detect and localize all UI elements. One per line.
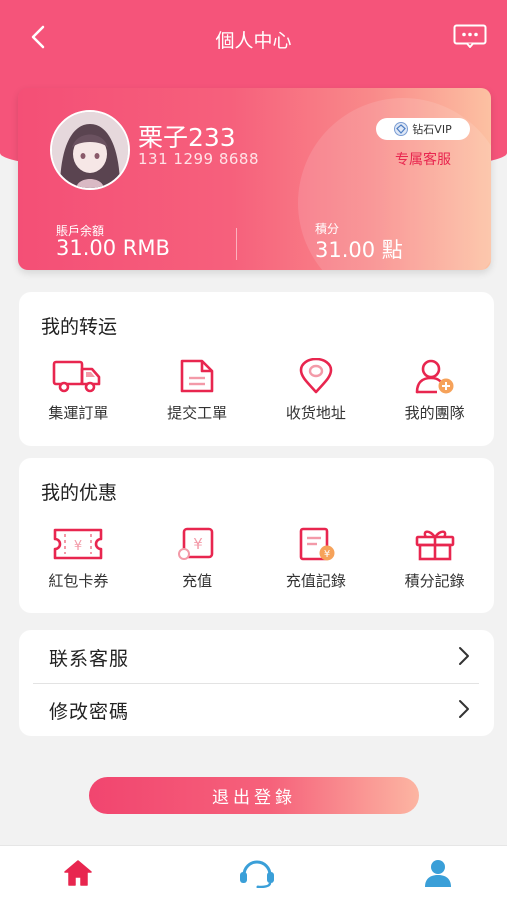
vip-badge: 钻石VIP <box>376 118 470 140</box>
offers-grid: ¥ 紅包卡券 ¥ 充值 ¥ 充值記錄 積分記錄 <box>19 526 494 591</box>
offers-item-label: 積分記錄 <box>404 572 465 590</box>
headset-icon[interactable] <box>237 858 277 888</box>
offers-item-recharge[interactable]: ¥ 充值 <box>138 526 257 591</box>
svg-text:¥: ¥ <box>324 549 330 560</box>
offers-title: 我的优惠 <box>41 482 118 504</box>
avatar-image <box>52 112 128 188</box>
coupon-icon: ¥ <box>54 528 103 560</box>
location-pin-icon <box>299 358 333 394</box>
shipping-item-orders[interactable]: 集運訂單 <box>19 358 138 423</box>
shipping-item-label: 集運訂單 <box>48 404 109 422</box>
recharge-record-icon: ¥ <box>299 527 335 561</box>
logout-button[interactable]: 退出登錄 <box>89 777 419 814</box>
exclusive-service-link[interactable]: 专属客服 <box>376 149 470 169</box>
menu-item-label: 修改密碼 <box>49 701 130 723</box>
shipping-grid: 集運訂單 提交工單 收货地址 我的團隊 <box>19 358 494 423</box>
user-phone: 131 1299 8688 <box>138 150 260 168</box>
menu-item-label: 联系客服 <box>49 648 130 670</box>
shipping-item-address[interactable]: 收货地址 <box>257 358 376 423</box>
diamond-badge-icon <box>394 122 409 136</box>
user-name: 栗子233 <box>138 123 236 152</box>
shipping-item-label: 收货地址 <box>285 404 346 422</box>
vip-label: 钻石VIP <box>412 123 452 136</box>
chevron-right-icon <box>459 647 469 665</box>
svg-text:¥: ¥ <box>193 535 203 553</box>
offers-panel: 我的优惠 ¥ 紅包卡券 ¥ 充值 ¥ 充值記錄 積分記錄 <box>19 458 494 613</box>
user-icon[interactable] <box>422 858 454 888</box>
shipping-item-ticket[interactable]: 提交工單 <box>138 358 257 423</box>
shipping-item-team[interactable]: 我的團隊 <box>375 358 494 423</box>
document-icon <box>180 359 214 393</box>
top-nav-bar: 個人中心 <box>0 0 507 78</box>
message-icon[interactable] <box>453 24 487 48</box>
balance-value: 31.00 RMB <box>56 236 170 260</box>
menu-item-change-password[interactable]: 修改密碼 <box>19 683 494 736</box>
svg-text:¥: ¥ <box>74 539 82 554</box>
add-user-icon <box>415 359 454 394</box>
gift-icon <box>415 530 454 561</box>
shipping-item-label: 提交工單 <box>167 404 228 422</box>
offers-item-label: 充值記錄 <box>285 572 346 590</box>
settings-list: 联系客服 修改密碼 <box>19 630 494 736</box>
avatar[interactable] <box>50 110 130 190</box>
menu-item-contact-service[interactable]: 联系客服 <box>19 630 494 683</box>
truck-icon <box>53 360 101 393</box>
profile-card: 栗子233 131 1299 8688 钻石VIP 专属客服 賬戶余額 31.0… <box>18 88 491 270</box>
offers-item-points-record[interactable]: 積分記錄 <box>375 526 494 591</box>
offers-item-coupons[interactable]: ¥ 紅包卡券 <box>19 526 138 591</box>
chevron-right-icon <box>459 700 469 718</box>
page-title: 個人中心 <box>215 30 292 52</box>
shipping-title: 我的转运 <box>41 316 118 338</box>
shipping-item-label: 我的團隊 <box>404 404 465 422</box>
shipping-panel: 我的转运 集運訂單 提交工單 收货地址 我的團隊 <box>19 292 494 446</box>
offers-item-recharge-record[interactable]: ¥ 充值記錄 <box>257 526 376 591</box>
offers-item-label: 紅包卡券 <box>48 572 109 590</box>
points-value: 31.00 點 <box>315 238 403 262</box>
recharge-icon: ¥ <box>178 527 214 560</box>
offers-item-label: 充值 <box>182 572 213 590</box>
card-divider <box>236 228 237 260</box>
home-icon[interactable] <box>62 858 94 888</box>
bottom-tab-bar <box>0 845 507 901</box>
